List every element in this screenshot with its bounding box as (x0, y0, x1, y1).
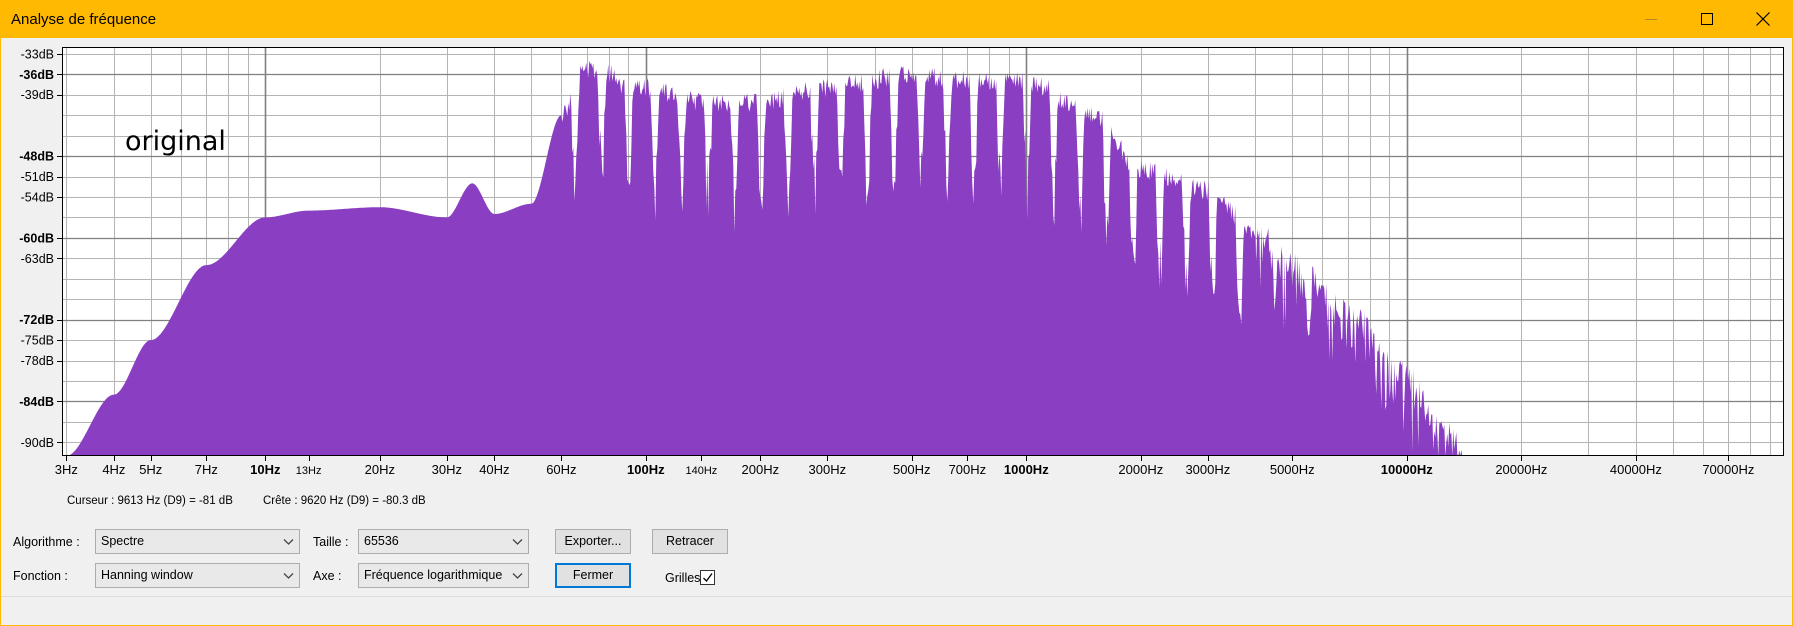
x-tick-label: 3000Hz (1185, 462, 1230, 477)
x-tick-label: 30Hz (432, 462, 462, 477)
y-tick-label: -39dB (21, 88, 54, 102)
algorithm-label: Algorithme : (13, 535, 80, 549)
y-tick-label: -60dB (19, 231, 54, 245)
x-tick-label: 100Hz (627, 462, 665, 477)
export-button[interactable]: Exporter... (555, 529, 631, 554)
x-axis: 3Hz 4Hz 5Hz 7Hz 10Hz 13Hz 20Hz 30Hz 40Hz 60Hz 100H… (55, 456, 1754, 477)
minimize-button[interactable] (1622, 0, 1680, 38)
x-tick-label: 20000Hz (1495, 462, 1547, 477)
y-tick-label: -78dB (21, 354, 54, 368)
x-tick-label: 13Hz (296, 465, 322, 477)
x-tick-label: 200Hz (742, 462, 780, 477)
algorithm-value: Spectre (101, 534, 145, 548)
function-label: Fonction : (13, 569, 68, 583)
x-tick-label: 2000Hz (1118, 462, 1163, 477)
function-select[interactable]: Hanning window (95, 563, 300, 588)
y-tick-label: -75dB (21, 334, 54, 348)
close-button[interactable]: Fermer (555, 563, 631, 588)
maximize-button[interactable] (1678, 0, 1736, 38)
peak-readout: Crête : 9620 Hz (D9) = -80.3 dB (263, 495, 426, 507)
x-tick-label: 300Hz (809, 462, 847, 477)
size-select[interactable]: 65536 (358, 529, 529, 554)
x-tick-label: 5000Hz (1270, 462, 1315, 477)
x-tick-label: 70000Hz (1702, 462, 1754, 477)
x-tick-label: 140Hz (686, 465, 718, 477)
chevron-down-icon (283, 539, 294, 545)
y-tick-label: -54dB (21, 190, 54, 204)
axis-value: Fréquence logarithmique (364, 568, 503, 582)
grids-label: Grilles (665, 571, 701, 585)
redraw-button[interactable]: Retracer (652, 529, 728, 554)
y-tick-label: -90dB (21, 436, 54, 450)
x-tick-label: 5Hz (139, 462, 162, 477)
y-tick-label: -84dB (19, 395, 54, 409)
x-tick-label: 60Hz (546, 462, 576, 477)
x-tick-label: 10000Hz (1381, 462, 1434, 477)
y-tick-label: -72dB (19, 313, 54, 327)
axis-select[interactable]: Fréquence logarithmique (358, 563, 529, 588)
overlay-label: original (125, 126, 226, 157)
axis-label: Axe : (313, 569, 342, 583)
chevron-down-icon (512, 539, 523, 545)
y-tick-label: -63dB (21, 252, 54, 266)
checkmark-icon (703, 573, 713, 582)
cursor-readout: Curseur : 9613 Hz (D9) = -81 dB (67, 495, 233, 507)
x-tick-label: 40000Hz (1610, 462, 1662, 477)
grids-checkbox[interactable] (700, 570, 715, 585)
maximize-icon (1701, 13, 1713, 25)
spectrum-plot[interactable]: -33dB -36dB -39dB -48dB -51dB -54dB -60dB -63dB… (0, 38, 1793, 493)
x-tick-label: 40Hz (479, 462, 509, 477)
x-tick-label: 1000Hz (1004, 462, 1049, 477)
title-bar[interactable]: Analyse de fréquence (0, 0, 1793, 38)
algorithm-select[interactable]: Spectre (95, 529, 300, 554)
x-tick-label: 700Hz (949, 462, 987, 477)
chevron-down-icon (512, 573, 523, 579)
y-tick-label: -48dB (19, 150, 54, 164)
function-value: Hanning window (101, 568, 193, 582)
size-label: Taille : (313, 535, 349, 549)
x-tick-label: 20Hz (365, 462, 395, 477)
close-window-button[interactable] (1734, 0, 1792, 38)
chevron-down-icon (283, 573, 294, 579)
y-axis: -33dB -36dB -39dB -48dB -51dB -54dB -60dB -63dB… (19, 47, 62, 450)
window-title: Analyse de fréquence (11, 11, 157, 28)
spectrum-chart[interactable]: -33dB -36dB -39dB -48dB -51dB -54dB -60dB -63dB… (0, 38, 1793, 493)
close-icon (1756, 12, 1770, 26)
x-tick-label: 7Hz (195, 462, 218, 477)
x-tick-label: 4Hz (102, 462, 125, 477)
y-tick-label: -51dB (21, 170, 54, 184)
bottom-separator (1, 596, 1792, 597)
y-tick-label: -36dB (19, 68, 54, 82)
x-tick-label: 3Hz (55, 462, 78, 477)
y-tick-label: -33dB (21, 47, 54, 61)
minimize-icon (1645, 19, 1657, 20)
x-tick-label: 500Hz (893, 462, 931, 477)
size-value: 65536 (364, 534, 399, 548)
x-tick-label: 10Hz (250, 462, 281, 477)
